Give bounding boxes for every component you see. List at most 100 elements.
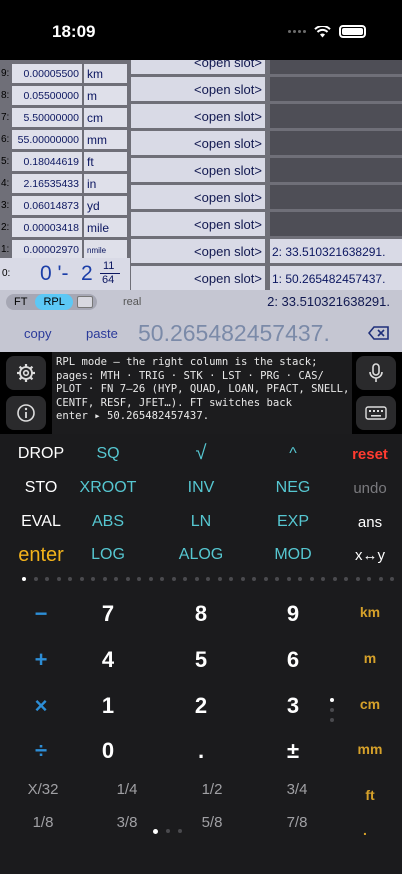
alog-key[interactable]: ALOG xyxy=(179,546,223,564)
mod-key[interactable]: MOD xyxy=(274,546,311,564)
fraction-1-2-key[interactable]: 1/2 xyxy=(202,781,223,798)
register-unit: ft xyxy=(84,152,127,171)
keyboard-icon xyxy=(365,406,387,420)
register-row[interactable]: 9: 0.00005500 km xyxy=(0,64,127,84)
digit-0-key[interactable]: 0 xyxy=(102,738,114,764)
digit-5-key[interactable]: 5 xyxy=(195,647,207,673)
fraction-page-indicator[interactable] xyxy=(153,829,182,834)
power-key[interactable]: ^ xyxy=(289,445,297,463)
real-checkbox[interactable] xyxy=(76,296,93,308)
fraction-1-8-key[interactable]: 1/8 xyxy=(33,814,54,831)
abs-key[interactable]: ABS xyxy=(92,513,124,531)
register-row[interactable]: 8: 0.05500000 m xyxy=(0,86,127,106)
open-slot[interactable]: <open slot> xyxy=(131,77,265,101)
register-unit: in xyxy=(84,174,127,193)
register-row[interactable]: 1: 0.00002970 nmile xyxy=(0,240,127,260)
ln-key[interactable]: LN xyxy=(191,513,211,531)
fraction-index: 0: xyxy=(2,268,11,279)
register-value: 0.06014873 xyxy=(12,196,82,215)
digit-8-key[interactable]: 8 xyxy=(195,601,207,627)
backspace-icon[interactable] xyxy=(368,326,390,340)
help-area: RPL mode — the right column is the stack… xyxy=(0,352,402,434)
fraction-1-4-key[interactable]: 1/4 xyxy=(117,781,138,798)
neg-key[interactable]: NEG xyxy=(276,479,311,497)
sq-key[interactable]: SQ xyxy=(96,445,119,463)
log-key[interactable]: LOG xyxy=(91,546,125,564)
register-row[interactable]: 5: 0.18044619 ft xyxy=(0,152,127,172)
register-unit: km xyxy=(84,64,127,83)
keypad: DROP SQ √ ^ reset STO XROOT INV NEG undo… xyxy=(0,434,402,874)
sto-key[interactable]: STO xyxy=(25,479,58,497)
divide-key[interactable]: ÷ xyxy=(35,738,47,764)
open-slot[interactable]: <open slot> xyxy=(131,104,265,128)
register-row[interactable]: 2: 0.00003418 mile xyxy=(0,218,127,238)
minus-key[interactable]: − xyxy=(35,601,48,627)
register-unit: m xyxy=(84,86,127,105)
fraction-32-key[interactable]: X/32 xyxy=(28,781,59,798)
digit-3-key[interactable]: 3 xyxy=(287,693,299,719)
stack-level-1[interactable]: 1: 50.265482457437. xyxy=(270,266,402,290)
ft-key[interactable]: ft xyxy=(365,787,374,803)
open-slot[interactable]: <open slot> xyxy=(131,131,265,155)
exp-key[interactable]: EXP xyxy=(277,513,309,531)
gear-icon xyxy=(17,364,35,382)
plus-key[interactable]: + xyxy=(35,647,48,673)
mode-ft-button[interactable]: FT xyxy=(6,294,35,310)
multiply-key[interactable]: × xyxy=(35,693,48,719)
paste-button[interactable]: paste xyxy=(86,326,118,341)
swap-key[interactable]: x↔y xyxy=(355,547,385,564)
drop-key[interactable]: DROP xyxy=(18,445,64,463)
cm-key[interactable]: cm xyxy=(360,696,380,712)
digit-9-key[interactable]: 9 xyxy=(287,601,299,627)
plus-minus-key[interactable]: ± xyxy=(287,738,299,764)
decimal-key[interactable]: . xyxy=(198,738,204,764)
vertical-page-indicator[interactable] xyxy=(330,698,334,722)
inv-key[interactable]: INV xyxy=(188,479,215,497)
digit-1-key[interactable]: 1 xyxy=(102,693,114,719)
page-indicator[interactable] xyxy=(22,577,402,581)
info-button[interactable] xyxy=(6,396,46,430)
mode-rpl-button[interactable]: RPL xyxy=(35,294,73,310)
fraction-5-8-key[interactable]: 5/8 xyxy=(202,814,223,831)
stack-level-2[interactable]: 2: 33.510321638291. xyxy=(270,239,402,263)
m-key[interactable]: m xyxy=(364,650,376,666)
register-value: 5.50000000 xyxy=(12,108,82,127)
undo-key[interactable]: undo xyxy=(353,480,386,497)
fraction-3-4-key[interactable]: 3/4 xyxy=(287,781,308,798)
digit-4-key[interactable]: 4 xyxy=(102,647,114,673)
enter-key[interactable]: enter xyxy=(18,544,64,567)
fraction-numerator: 11 xyxy=(103,260,115,272)
unit-more-key[interactable]: . xyxy=(363,822,367,838)
fraction-7-8-key[interactable]: 7/8 xyxy=(287,814,308,831)
eval-key[interactable]: EVAL xyxy=(21,513,61,531)
copy-button[interactable]: copy xyxy=(24,326,51,341)
open-slot[interactable]: <open slot> xyxy=(131,185,265,209)
open-slot[interactable]: <open slot> xyxy=(131,239,265,263)
register-row[interactable]: 7: 5.50000000 cm xyxy=(0,108,127,128)
register-index: 3: xyxy=(1,200,10,211)
sqrt-key[interactable]: √ xyxy=(196,442,207,465)
digit-7-key[interactable]: 7 xyxy=(102,601,114,627)
stack-level-empty xyxy=(270,60,402,74)
register-index: 7: xyxy=(1,112,10,123)
open-slot[interactable]: <open slot> xyxy=(131,60,265,74)
open-slot[interactable]: <open slot> xyxy=(131,158,265,182)
register-row[interactable]: 4: 2.16535433 in xyxy=(0,174,127,194)
xroot-key[interactable]: XROOT xyxy=(80,479,137,497)
mm-key[interactable]: mm xyxy=(358,741,383,757)
open-slot[interactable]: <open slot> xyxy=(131,212,265,236)
open-slot[interactable]: <open slot> xyxy=(131,266,265,290)
register-row[interactable]: 3: 0.06014873 yd xyxy=(0,196,127,216)
km-key[interactable]: km xyxy=(360,604,380,620)
settings-button[interactable] xyxy=(6,356,46,390)
keyboard-button[interactable] xyxy=(356,396,396,430)
reset-key[interactable]: reset xyxy=(352,446,388,463)
fraction-3-8-key[interactable]: 3/8 xyxy=(117,814,138,831)
fraction-display[interactable]: 0: 0 '- 2 11 64 xyxy=(0,258,130,290)
register-row[interactable]: 6: 55.00000000 mm xyxy=(0,130,127,150)
digit-6-key[interactable]: 6 xyxy=(287,647,299,673)
ans-key[interactable]: ans xyxy=(358,514,382,531)
voice-button[interactable] xyxy=(356,356,396,390)
digit-2-key[interactable]: 2 xyxy=(195,693,207,719)
register-unit: yd xyxy=(84,196,127,215)
